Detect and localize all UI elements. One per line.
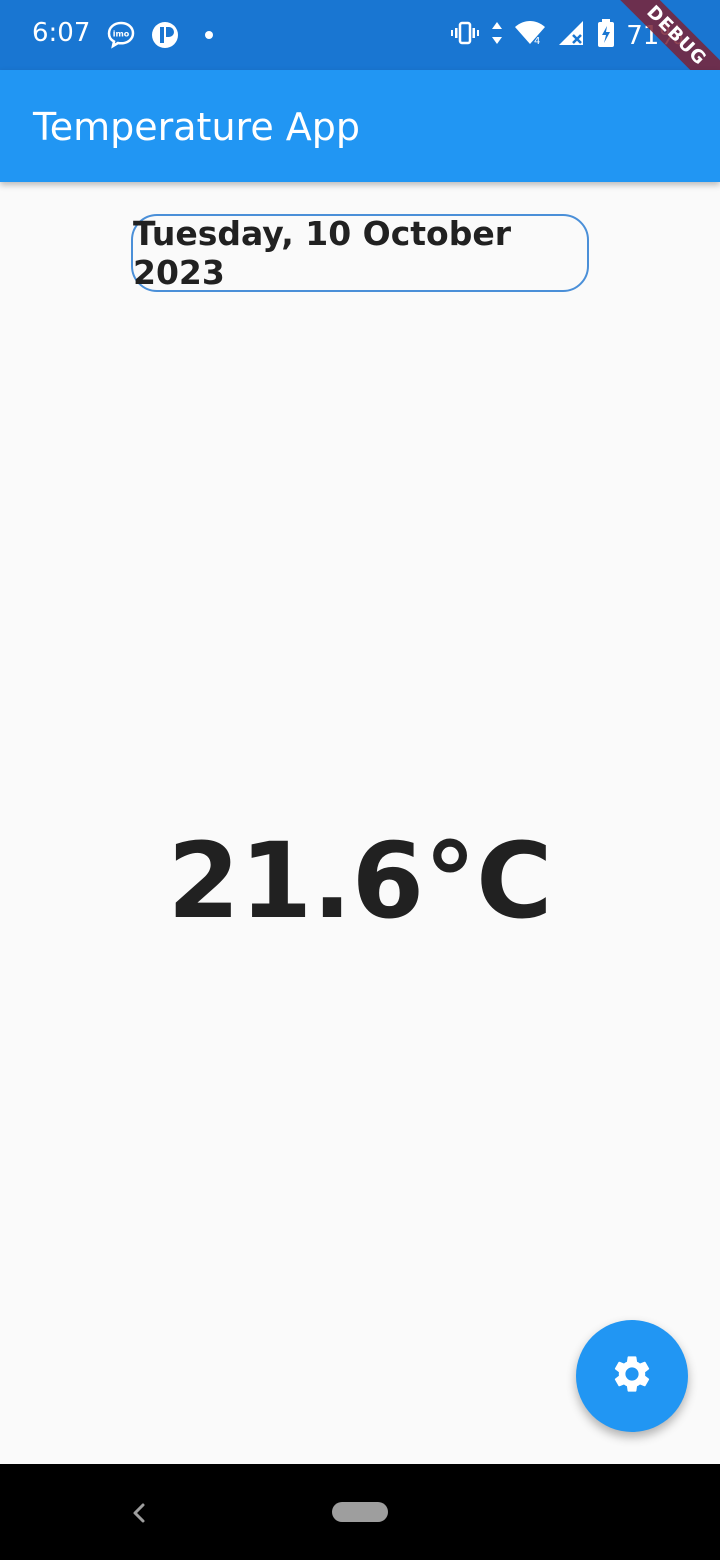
svg-text:imo: imo <box>113 30 130 39</box>
date-chip: Tuesday, 10 October 2023 <box>131 214 589 292</box>
app-bar: Temperature App <box>0 70 720 182</box>
screen: 6:07 imo 4 DEBUG Temperature App Tuesday… <box>0 0 720 1560</box>
wifi-icon: 4 <box>514 18 546 53</box>
gear-icon <box>610 1352 654 1401</box>
status-time: 6:07 <box>32 18 91 48</box>
notification-dot-icon <box>194 20 224 55</box>
app-title: Temperature App <box>33 105 361 149</box>
battery-charging-icon <box>596 18 616 53</box>
status-bar: 6:07 imo 4 DEBUG <box>0 0 720 103</box>
notification-icons: imo <box>106 20 224 55</box>
data-arrows-icon <box>490 18 504 53</box>
back-icon[interactable] <box>128 1498 150 1533</box>
navigation-bar <box>0 1464 720 1560</box>
imo-icon: imo <box>106 20 136 55</box>
date-label: Tuesday, 10 October 2023 <box>133 214 512 292</box>
temperature-value: 21.6°C <box>167 820 553 942</box>
settings-button[interactable] <box>576 1320 688 1432</box>
signal-icon <box>556 18 586 53</box>
p-app-icon <box>150 20 180 55</box>
vibrate-icon <box>450 18 480 53</box>
svg-text:4: 4 <box>534 36 540 47</box>
home-pill[interactable] <box>332 1502 388 1522</box>
